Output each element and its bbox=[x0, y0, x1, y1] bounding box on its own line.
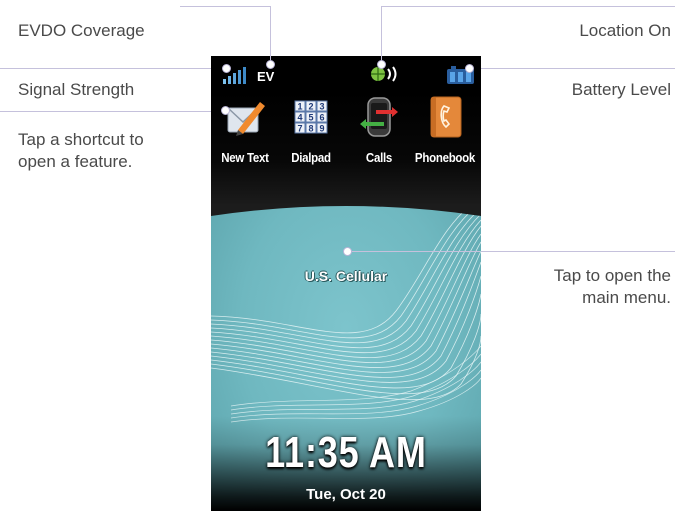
signal-leader-dot bbox=[222, 64, 231, 73]
clock-date: Tue, Oct 20 bbox=[306, 486, 386, 503]
dialpad-digit: 1 bbox=[297, 102, 302, 112]
dialpad-digit: 9 bbox=[319, 124, 324, 134]
main-menu-callout: Tap to open the main menu. bbox=[554, 265, 671, 309]
shortcut-callout-line2: open a feature. bbox=[18, 152, 133, 171]
evdo-coverage-callout: EVDO Coverage bbox=[18, 21, 145, 40]
dialpad-digit: 2 bbox=[308, 102, 313, 112]
shortcut-dialpad[interactable]: 123 456 789 Dialpad bbox=[277, 96, 345, 165]
dialpad-digit: 6 bbox=[319, 113, 324, 123]
menu-leader-line bbox=[348, 251, 480, 252]
shortcut-label: Dialpad bbox=[291, 151, 331, 165]
phone-screen: EV New Text 1 2 3 4 5 6 7 8 9 Dialpad Ca… bbox=[211, 56, 481, 511]
battery-level-callout: Battery Level bbox=[571, 80, 671, 99]
main-menu-callout-line2: main menu. bbox=[582, 288, 671, 307]
shortcut-label: Phonebook bbox=[414, 151, 476, 165]
phonebook-icon bbox=[430, 96, 462, 138]
shortcut-callout: Tap a shortcut to open a feature. bbox=[18, 129, 144, 173]
location-leader-line bbox=[381, 6, 382, 64]
callout-divider bbox=[0, 111, 225, 112]
dialpad-icon: 1 2 3 4 5 6 7 8 9 bbox=[294, 100, 328, 134]
callout-divider bbox=[480, 251, 675, 252]
shortcut-label: New Text bbox=[221, 151, 269, 165]
menu-leader-dot bbox=[343, 247, 352, 256]
dialpad-digit: 4 bbox=[297, 113, 302, 123]
location-on-icon bbox=[371, 66, 397, 82]
evdo-leader-dot bbox=[266, 60, 275, 69]
dialpad-digit: 5 bbox=[308, 113, 313, 123]
location-leader-line bbox=[381, 6, 675, 7]
status-bar: EV bbox=[211, 56, 481, 90]
carrier-name: U.S. Cellular bbox=[304, 268, 388, 284]
new-text-icon bbox=[227, 102, 265, 136]
shortcut-calls[interactable]: Calls bbox=[345, 96, 413, 165]
callout-divider bbox=[0, 68, 212, 69]
clock-time: 11:35 AM bbox=[265, 428, 427, 477]
dialpad-digit: 3 bbox=[319, 102, 324, 112]
dialpad-digit: 7 bbox=[297, 124, 302, 134]
shortcut-phonebook[interactable]: Phonebook bbox=[411, 96, 479, 165]
evdo-leader-line bbox=[270, 6, 271, 64]
battery-leader-dot bbox=[465, 64, 474, 73]
shortcut-new-text[interactable]: New Text bbox=[211, 96, 279, 165]
location-on-callout: Location On bbox=[579, 21, 671, 40]
evdo-indicator: EV bbox=[257, 69, 275, 84]
shortcut-bar: New Text 123 456 789 Dialpad Calls Phonebo… bbox=[211, 90, 481, 206]
shortcut-callout-line1: Tap a shortcut to bbox=[18, 130, 144, 149]
location-leader-dot bbox=[377, 60, 386, 69]
signal-strength-callout: Signal Strength bbox=[18, 80, 135, 99]
callout-divider bbox=[480, 68, 675, 69]
evdo-leader-line bbox=[180, 6, 271, 7]
calls-icon bbox=[360, 97, 398, 137]
shortcut-leader-dot bbox=[221, 106, 230, 115]
shortcut-label: Calls bbox=[365, 151, 393, 165]
main-menu-callout-line1: Tap to open the bbox=[553, 266, 671, 285]
dialpad-digit: 8 bbox=[308, 124, 313, 134]
